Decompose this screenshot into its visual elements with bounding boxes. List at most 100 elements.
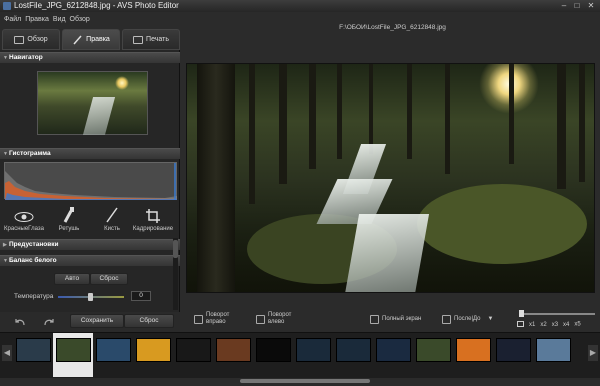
- zoom-slider-knob[interactable]: [519, 310, 524, 317]
- zoom-x2[interactable]: x2: [540, 322, 546, 328]
- save-button[interactable]: Сохранить: [70, 314, 124, 328]
- white-balance-reset-button[interactable]: Сброс: [90, 273, 128, 285]
- tool-retouch[interactable]: Ретушь: [47, 201, 91, 235]
- navigator-preview[interactable]: [37, 71, 148, 135]
- rotate-right-icon: [194, 314, 203, 324]
- app-icon: [3, 2, 11, 10]
- histogram-header[interactable]: ▼ Гистограмма: [0, 148, 180, 159]
- temperature-slider[interactable]: [58, 293, 124, 301]
- zoom-x3[interactable]: x3: [552, 322, 558, 328]
- redo-icon[interactable]: [43, 317, 55, 327]
- collapse-icon: ▼: [3, 258, 8, 264]
- filmstrip-prev-arrow-icon[interactable]: ◀: [2, 345, 12, 361]
- before-after-label: После|До: [454, 315, 481, 322]
- brush-icon: [106, 207, 118, 223]
- expand-icon: ▶: [3, 242, 7, 248]
- auto-button[interactable]: Авто: [54, 273, 90, 285]
- presets-title: Предустановки: [9, 241, 59, 248]
- reset-button[interactable]: Сброс: [124, 314, 174, 328]
- menu-view[interactable]: Вид: [53, 12, 66, 27]
- menu-edit[interactable]: Правка: [25, 12, 49, 27]
- filmstrip-thumb[interactable]: [56, 338, 91, 362]
- filmstrip-thumb[interactable]: [336, 338, 371, 362]
- menu-browse[interactable]: Обзор: [70, 12, 90, 27]
- image-trunk: [309, 64, 316, 169]
- printer-icon: [133, 35, 144, 44]
- tab-print-label: Печать: [146, 36, 169, 43]
- filmstrip-next-arrow-icon[interactable]: ▶: [588, 345, 598, 361]
- filmstrip-thumb[interactable]: [496, 338, 531, 362]
- zoom-x1[interactable]: x1: [529, 322, 535, 328]
- filmstrip-thumb[interactable]: [16, 338, 51, 362]
- panel-scrollbar[interactable]: [173, 238, 178, 310]
- menu-file[interactable]: Файл: [4, 12, 21, 27]
- rotate-left-button[interactable]: Поворот влево: [256, 308, 291, 330]
- tab-edit[interactable]: Правка: [62, 29, 120, 50]
- tool-brush[interactable]: Кисть: [90, 201, 134, 235]
- white-balance-title: Баланс белого: [9, 257, 57, 264]
- tool-crop[interactable]: Кадрирование: [131, 201, 175, 235]
- collapse-icon: ▼: [3, 151, 8, 157]
- filmstrip-thumb[interactable]: [536, 338, 571, 362]
- image-trunk: [579, 64, 585, 182]
- tab-print[interactable]: Печать: [122, 29, 180, 50]
- before-after-button[interactable]: После|До ▼: [442, 308, 493, 330]
- tools-row: КрасныеГлаза Ретушь Кисть Кадрирование: [0, 201, 180, 235]
- rotate-left-icon: [256, 314, 265, 324]
- image-trunk: [557, 64, 566, 189]
- image-trunk: [279, 64, 287, 184]
- file-path: F:\ОБОИ\LostFile_JPG_6212848.jpg: [339, 24, 446, 31]
- filmstrip-thumb[interactable]: [456, 338, 491, 362]
- image-trunk: [369, 64, 373, 154]
- chevron-down-icon[interactable]: ▼: [488, 316, 494, 323]
- filmstrip-thumb[interactable]: [256, 338, 291, 362]
- histogram: [4, 162, 177, 200]
- rotate-right-button[interactable]: Поворот вправо: [194, 308, 229, 330]
- navigator-stream: [82, 97, 116, 135]
- filmstrip-scrollbar[interactable]: [240, 379, 370, 383]
- tool-red-eye[interactable]: КрасныеГлаза: [2, 201, 46, 235]
- tool-brush-label: Кисть: [104, 226, 120, 232]
- tab-browse[interactable]: Обзор: [2, 29, 60, 50]
- white-balance-header[interactable]: ▼ Баланс белого: [0, 255, 180, 266]
- retouch-icon: [63, 207, 74, 223]
- zoom-x4[interactable]: x4: [563, 322, 569, 328]
- navigator-header[interactable]: ▼ Навигатор: [0, 52, 180, 63]
- scrollbar-thumb[interactable]: [173, 240, 178, 258]
- minimize-button[interactable]: –: [559, 1, 569, 10]
- image-trunk: [407, 64, 412, 159]
- filmstrip-thumb[interactable]: [176, 338, 211, 362]
- presets-header[interactable]: ▶ Предустановки: [0, 239, 180, 250]
- filmstrip-thumb[interactable]: [376, 338, 411, 362]
- navigator-title: Навигатор: [9, 54, 43, 61]
- temperature-label: Температура: [14, 293, 54, 300]
- image-moss: [417, 184, 587, 264]
- fit-icon[interactable]: [517, 321, 524, 327]
- zoom-x5[interactable]: x5: [574, 322, 580, 328]
- rotate-left-label: Поворот влево: [268, 312, 292, 325]
- temperature-value[interactable]: 0: [131, 291, 151, 301]
- maximize-button[interactable]: □: [572, 1, 582, 10]
- histogram-title: Гистограмма: [9, 150, 51, 157]
- zoom-slider[interactable]: [519, 310, 595, 317]
- tab-edit-label: Правка: [86, 36, 110, 43]
- histogram-graph: [5, 163, 177, 200]
- fullscreen-button[interactable]: Полный экран: [370, 308, 421, 330]
- main-image[interactable]: [186, 63, 595, 293]
- filmstrip-thumb[interactable]: [136, 338, 171, 362]
- undo-icon[interactable]: [14, 317, 26, 327]
- fullscreen-icon: [370, 314, 379, 324]
- image-trunk: [249, 64, 255, 204]
- tool-crop-label: Кадрирование: [132, 226, 174, 232]
- navigator-sun: [115, 76, 129, 90]
- close-button[interactable]: ✕: [586, 1, 596, 10]
- filmstrip-thumb[interactable]: [296, 338, 331, 362]
- slider-knob[interactable]: [88, 293, 93, 301]
- filmstrip-thumb[interactable]: [96, 338, 131, 362]
- fullscreen-label: Полный экран: [382, 315, 422, 322]
- brush-icon: [73, 35, 82, 44]
- folder-icon: [14, 35, 25, 44]
- crop-icon: [146, 209, 160, 223]
- filmstrip-thumb[interactable]: [216, 338, 251, 362]
- filmstrip-thumb[interactable]: [416, 338, 451, 362]
